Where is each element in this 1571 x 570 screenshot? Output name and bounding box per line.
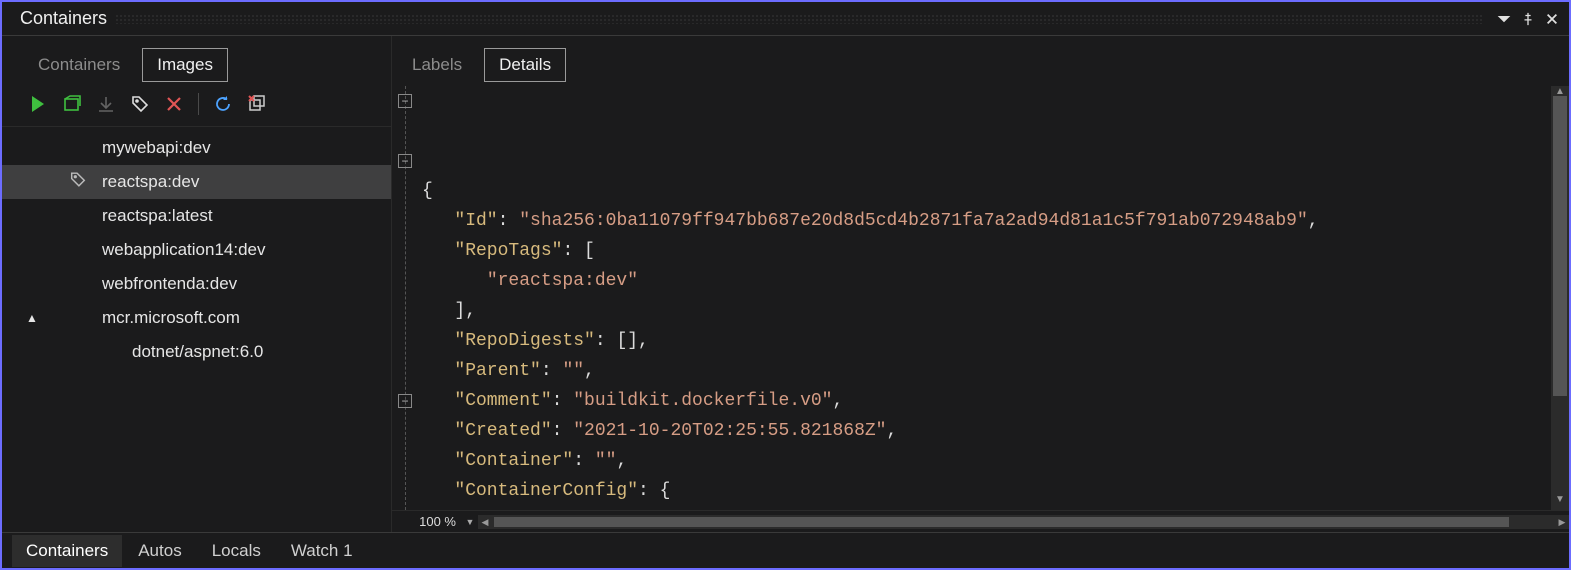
image-label: mywebapi:dev [102, 138, 211, 158]
refresh-button[interactable] [211, 92, 235, 116]
delete-button[interactable] [162, 92, 186, 116]
detail-tabs: Labels Details [398, 36, 1569, 86]
image-label: mcr.microsoft.com [102, 308, 240, 328]
editor-wrap: −−−{ "Id": "sha256:0ba11079ff947bb687e20… [392, 86, 1569, 510]
zoom-dropdown[interactable]: ▼ [462, 517, 478, 527]
scroll-down-arrow[interactable]: ▼ [1551, 494, 1569, 510]
fold-toggle[interactable]: − [398, 394, 412, 408]
tab-labels[interactable]: Labels [398, 49, 476, 81]
collapse-icon[interactable]: ▲ [26, 311, 38, 325]
image-item[interactable]: reactspa:dev [2, 165, 391, 199]
toolbar-separator [198, 93, 199, 115]
left-panel: Containers Images [2, 36, 392, 532]
titlebar-grip[interactable] [115, 14, 1483, 24]
window-title: Containers [20, 8, 107, 29]
image-label: reactspa:dev [102, 172, 199, 192]
image-item[interactable]: dotnet/aspnet:6.0 [2, 335, 391, 369]
close-button[interactable] [1541, 8, 1563, 30]
left-tabs: Containers Images [2, 36, 391, 86]
bottom-tab-autos[interactable]: Autos [124, 535, 195, 567]
run-button[interactable] [26, 92, 50, 116]
bottom-tab-watch1[interactable]: Watch 1 [277, 535, 367, 567]
image-item[interactable]: reactspa:latest [2, 199, 391, 233]
download-button[interactable] [94, 92, 118, 116]
scroll-right-arrow[interactable]: ▶ [1555, 515, 1569, 529]
fold-guide [405, 86, 406, 510]
bottom-tab-containers[interactable]: Containers [12, 535, 122, 567]
image-item[interactable]: webapplication14:dev [2, 233, 391, 267]
image-label: webfrontenda:dev [102, 274, 237, 294]
titlebar: Containers [2, 2, 1569, 36]
image-item[interactable]: webfrontenda:dev [2, 267, 391, 301]
tag-icon [69, 171, 87, 194]
open-window-button[interactable] [60, 92, 84, 116]
scroll-thumb-h[interactable] [494, 517, 1509, 527]
fold-toggle[interactable]: − [398, 94, 412, 108]
scroll-left-arrow[interactable]: ◀ [478, 515, 492, 529]
fold-toggle[interactable]: − [398, 154, 412, 168]
scroll-thumb-v[interactable] [1553, 96, 1567, 396]
bottom-tabstrip: Containers Autos Locals Watch 1 [2, 532, 1569, 568]
vertical-scrollbar[interactable]: ▲ ▼ [1551, 86, 1569, 510]
tab-containers[interactable]: Containers [24, 49, 134, 81]
image-label: dotnet/aspnet:6.0 [132, 342, 263, 362]
tab-images[interactable]: Images [142, 48, 228, 82]
zoom-level: 100 % [392, 514, 462, 529]
prune-button[interactable] [245, 92, 269, 116]
tab-details[interactable]: Details [484, 48, 566, 82]
pin-button[interactable] [1517, 8, 1539, 30]
bottom-tab-locals[interactable]: Locals [198, 535, 275, 567]
right-panel: Labels Details −−−{ "Id": "sha256:0ba110… [392, 36, 1569, 532]
image-folder[interactable]: ▲ mcr.microsoft.com [2, 301, 391, 335]
json-editor[interactable]: −−−{ "Id": "sha256:0ba11079ff947bb687e20… [392, 86, 1551, 510]
horizontal-scrollbar[interactable]: ◀ ▶ [478, 515, 1569, 529]
main-split: Containers Images [2, 36, 1569, 532]
editor-status-bar: 100 % ▼ ◀ ▶ [392, 510, 1569, 532]
image-label: reactspa:latest [102, 206, 213, 226]
image-label: webapplication14:dev [102, 240, 266, 260]
window-menu-button[interactable] [1493, 8, 1515, 30]
image-item[interactable]: mywebapi:dev [2, 131, 391, 165]
left-toolbar [2, 86, 391, 127]
image-tree: mywebapi:dev reactspa:dev reactspa:lates… [2, 127, 391, 532]
tag-button[interactable] [128, 92, 152, 116]
